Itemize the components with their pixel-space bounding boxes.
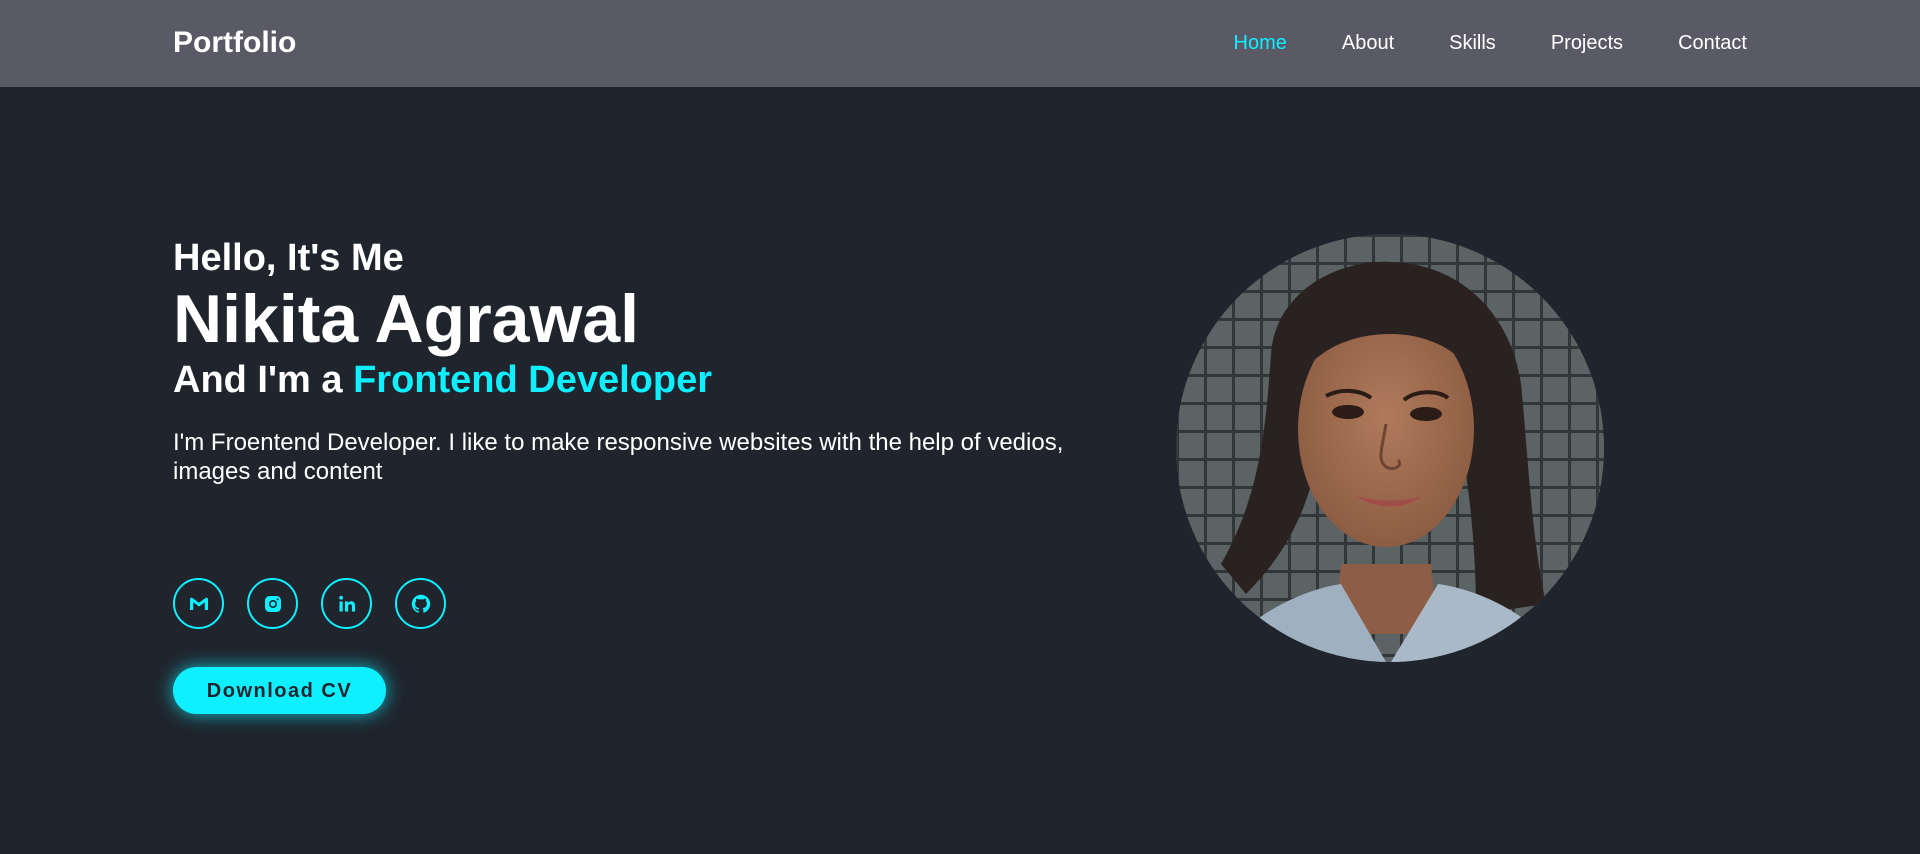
nav-home-link[interactable]: Home bbox=[1234, 30, 1287, 56]
nav-about-link[interactable]: About bbox=[1342, 30, 1394, 56]
instagram-link[interactable] bbox=[247, 578, 298, 629]
bio-text: I'm Froentend Developer. I like to make … bbox=[173, 429, 1064, 485]
download-cv-button[interactable]: Download CV bbox=[173, 667, 386, 714]
role-prefix: And I'm a bbox=[173, 359, 343, 401]
gmail-link[interactable] bbox=[173, 578, 224, 629]
github-link[interactable] bbox=[395, 578, 446, 629]
hero-section: Hello, It's Me Nikita Agrawal And I'm a … bbox=[173, 236, 1133, 510]
social-links bbox=[173, 578, 469, 629]
role-heading: And I'm a Frontend Developer bbox=[173, 358, 1133, 402]
logo[interactable]: Portfolio bbox=[173, 25, 296, 61]
profile-photo bbox=[1176, 234, 1604, 662]
github-icon bbox=[411, 594, 430, 613]
instagram-icon bbox=[264, 595, 281, 612]
linkedin-icon bbox=[338, 595, 355, 611]
nav-menu: Home About Skills Projects Contact bbox=[1179, 30, 1747, 56]
linkedin-link[interactable] bbox=[321, 578, 372, 629]
navbar: Portfolio Home About Skills Projects Con… bbox=[0, 0, 1920, 87]
nav-skills-link[interactable]: Skills bbox=[1449, 30, 1496, 56]
nav-projects-link[interactable]: Projects bbox=[1551, 30, 1623, 56]
name-heading: Nikita Agrawal bbox=[173, 281, 640, 357]
nav-contact-link[interactable]: Contact bbox=[1678, 30, 1747, 56]
profile-portrait-illustration bbox=[1176, 234, 1604, 662]
role-highlight: Frontend Developer bbox=[353, 359, 713, 401]
gmail-icon bbox=[189, 597, 208, 610]
greeting-heading: Hello, It's Me bbox=[173, 237, 404, 279]
